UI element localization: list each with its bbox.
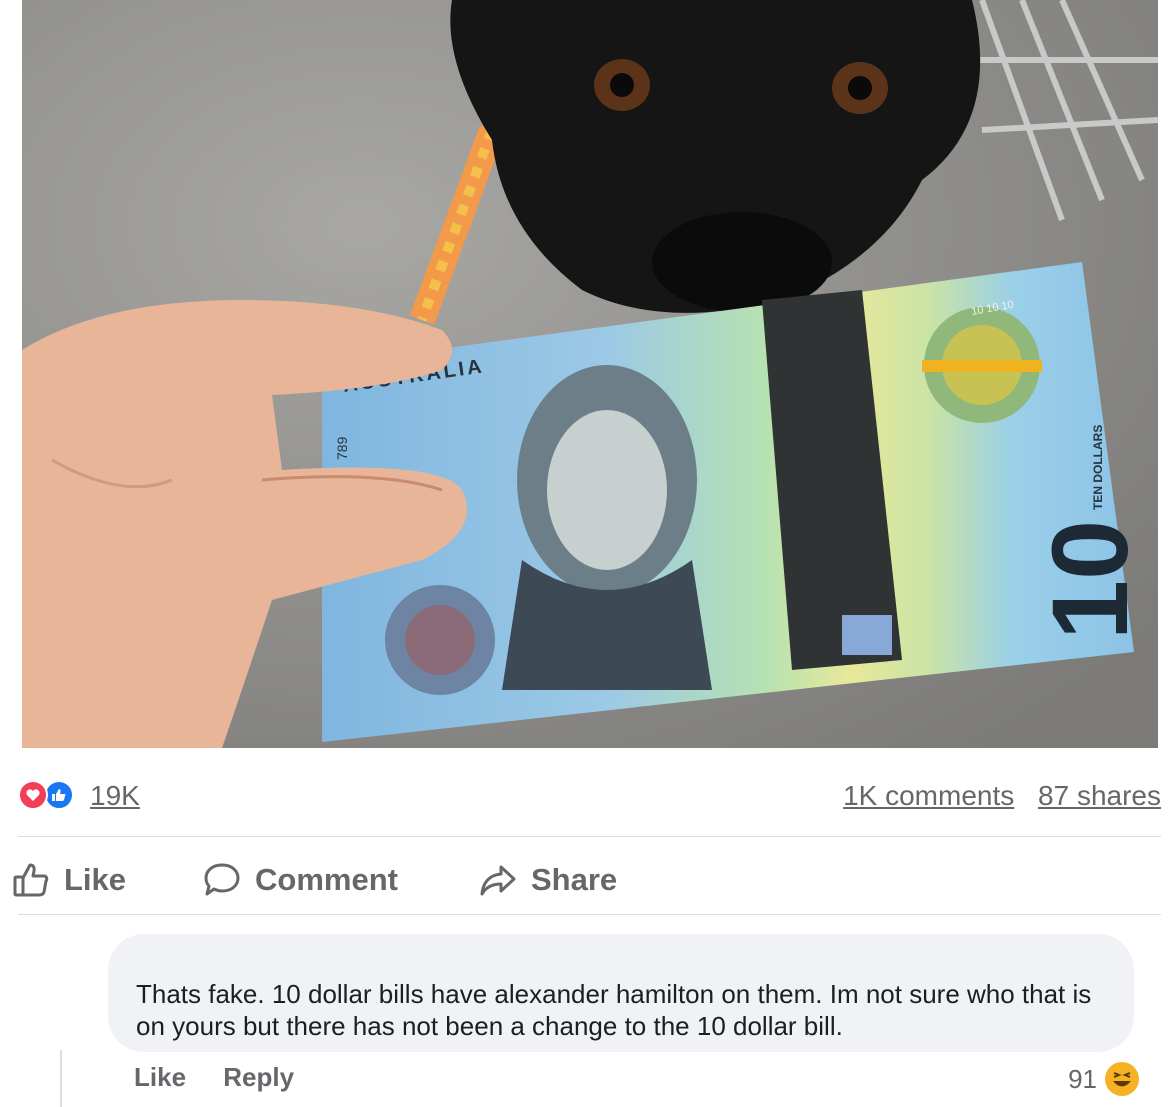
post-photo[interactable]: 10 AUSTRALIA TEN DOLLARS 789 10 10 10 [22, 0, 1158, 748]
divider [18, 836, 1161, 837]
share-arrow-icon [480, 865, 516, 896]
like-button-label: Like [64, 862, 127, 897]
shares-count-link[interactable]: 87 shares [1038, 780, 1161, 811]
bill-serial-fragment: 789 [334, 436, 350, 460]
bill-denomination: 10 [1029, 520, 1150, 640]
comment-bubble: Thats fake. 10 dollar bills have alexand… [108, 934, 1134, 1052]
post-actions-bar: Like Comment Share [0, 850, 1173, 910]
comment-button-label: Comment [255, 862, 398, 897]
like-reaction-icon [44, 780, 74, 810]
share-button[interactable]: Share [479, 860, 617, 900]
divider [18, 914, 1161, 915]
comment-text: Thats fake. 10 dollar bills have alexand… [136, 979, 1092, 1041]
comment-reaction-count: 91 [1068, 1063, 1097, 1094]
like-button[interactable]: Like [12, 860, 126, 900]
thread-line [60, 1050, 62, 1107]
comment-actions: Like Reply [134, 1062, 324, 1093]
comment-share-stats: 1K comments 87 shares [827, 780, 1161, 812]
share-button-label: Share [531, 862, 618, 897]
comments-count-link[interactable]: 1K comments [843, 780, 1014, 811]
post-stats: 19K 1K comments 87 shares [18, 778, 1161, 814]
reaction-icons[interactable] [18, 780, 80, 812]
thumbs-up-icon [13, 863, 49, 897]
comment-bubble-icon [204, 863, 240, 896]
love-reaction-icon [18, 780, 48, 810]
reaction-count[interactable]: 19K [90, 780, 140, 812]
bill-side-text: TEN DOLLARS [1091, 425, 1105, 510]
comment-reaction-summary[interactable]: 91 [1068, 1062, 1139, 1096]
comment-like-link[interactable]: Like [134, 1062, 186, 1092]
comment-button[interactable]: Comment [203, 860, 398, 900]
comment-reply-link[interactable]: Reply [223, 1062, 294, 1092]
haha-emoji-icon [1105, 1062, 1139, 1096]
